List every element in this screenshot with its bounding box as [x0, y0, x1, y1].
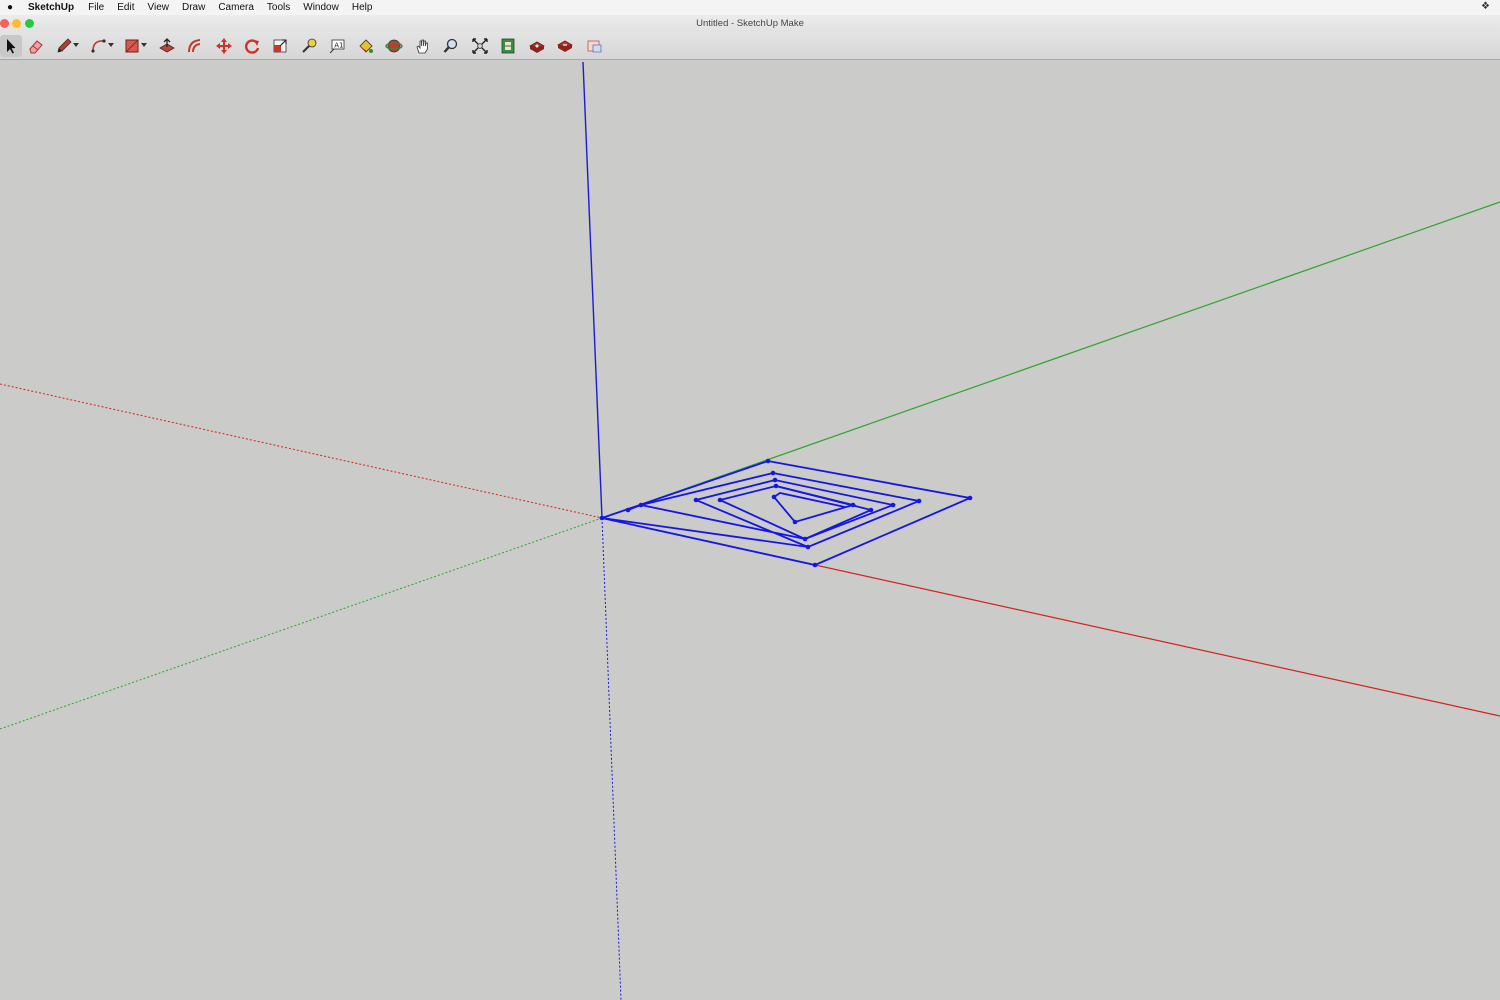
green-axis-positive: [601, 201, 1500, 519]
offset-icon: [188, 39, 201, 53]
line-tool[interactable]: [53, 35, 79, 57]
magnifier-icon: [443, 38, 458, 53]
arc-icon: [91, 39, 106, 53]
vertex: [693, 497, 699, 503]
menu-edit[interactable]: Edit: [117, 2, 134, 13]
blue-axis-positive: [582, 61, 603, 519]
hand-icon: [416, 39, 428, 54]
pan-tool[interactable]: [412, 35, 434, 57]
layout-icon: [587, 40, 602, 53]
vertex: [850, 502, 856, 508]
red-axis-negative: [0, 383, 603, 519]
vertex: [868, 507, 874, 513]
offset-tool[interactable]: [184, 35, 206, 57]
extension-warehouse-icon: [529, 41, 545, 53]
rectangle-icon: [125, 39, 139, 53]
vertex: [771, 494, 777, 500]
scene-svg[interactable]: [0, 60, 1500, 1000]
text-icon: A1: [329, 39, 345, 54]
select-tool[interactable]: [0, 35, 22, 57]
vertex: [638, 502, 644, 508]
eraser-icon: [29, 40, 43, 54]
rotate-icon: [245, 39, 260, 54]
share-model-tool[interactable]: [554, 35, 576, 57]
push-pull-icon: [159, 38, 175, 53]
selected-spiral-geometry[interactable]: [598, 460, 974, 566]
push-pull-tool[interactable]: [156, 35, 178, 57]
layout-tool[interactable]: [583, 35, 605, 57]
window-title-bar: Untitled - SketchUp Make: [0, 15, 1500, 32]
menu-camera[interactable]: Camera: [218, 2, 254, 13]
arrow-cursor-icon: [7, 39, 16, 54]
vertex: [792, 519, 798, 525]
warehouse-tool[interactable]: [497, 35, 519, 57]
zoom-extents-tool[interactable]: [469, 35, 491, 57]
paint-bucket-icon: [359, 39, 373, 53]
move-icon: [216, 38, 232, 54]
rectangle-tool[interactable]: [121, 35, 147, 57]
rectangle-tool-dropdown-icon[interactable]: [141, 43, 147, 47]
vertex: [772, 477, 778, 483]
extension-warehouse-tool[interactable]: [526, 35, 548, 57]
getting-started-toolbar: A1: [0, 32, 1500, 60]
spiral-ring-2[interactable]: [640, 479, 897, 548]
vertex: [765, 458, 771, 464]
green-axis-negative: [0, 517, 603, 730]
spiral-core[interactable]: [772, 485, 857, 524]
menu-window[interactable]: Window: [303, 2, 339, 13]
vertex: [805, 544, 811, 550]
menu-bar: ● SketchUp File Edit View Draw Camera To…: [0, 0, 1500, 15]
menu-view[interactable]: View: [147, 2, 169, 13]
vertex: [770, 470, 776, 476]
blue-axis-negative: [601, 517, 622, 1000]
vertex: [802, 536, 808, 542]
share-model-icon: [557, 40, 573, 52]
tape-measure-tool[interactable]: [298, 35, 320, 57]
vertex: [890, 502, 896, 508]
pencil-icon: [57, 38, 72, 53]
eraser-tool[interactable]: [25, 35, 47, 57]
zoom-extents-icon: [472, 38, 488, 54]
arc-tool-dropdown-icon[interactable]: [108, 43, 114, 47]
outer-square-edges[interactable]: [598, 460, 974, 566]
tape-measure-icon: [302, 38, 317, 53]
scale-icon: [273, 39, 287, 53]
vertex: [812, 562, 818, 568]
window-title: Untitled - SketchUp Make: [696, 18, 804, 29]
paint-bucket-tool[interactable]: [355, 35, 377, 57]
zoom-tool[interactable]: [440, 35, 462, 57]
vertex: [625, 507, 631, 513]
vertex: [916, 498, 922, 504]
menu-help[interactable]: Help: [352, 2, 373, 13]
orbit-icon: [385, 39, 403, 53]
modeling-viewport[interactable]: [0, 60, 1500, 1000]
app-menu[interactable]: SketchUp: [28, 2, 74, 13]
text-tool[interactable]: A1: [326, 35, 348, 57]
svg-text:A1: A1: [334, 42, 343, 50]
line-tool-dropdown-icon[interactable]: [73, 43, 79, 47]
warehouse-icon: [501, 38, 515, 54]
vertex: [717, 497, 723, 503]
menu-file[interactable]: File: [88, 2, 104, 13]
rotate-tool[interactable]: [241, 35, 263, 57]
menu-tools[interactable]: Tools: [267, 2, 290, 13]
scale-tool[interactable]: [269, 35, 291, 57]
vertex: [967, 495, 973, 501]
dropbox-icon[interactable]: ❖: [1481, 1, 1490, 12]
apple-icon[interactable]: ●: [0, 2, 20, 13]
menu-draw[interactable]: Draw: [182, 2, 205, 13]
vertex: [773, 483, 779, 489]
move-tool[interactable]: [213, 35, 235, 57]
vertex: [599, 515, 605, 521]
orbit-tool[interactable]: [383, 35, 405, 57]
arc-tool[interactable]: [88, 35, 114, 57]
